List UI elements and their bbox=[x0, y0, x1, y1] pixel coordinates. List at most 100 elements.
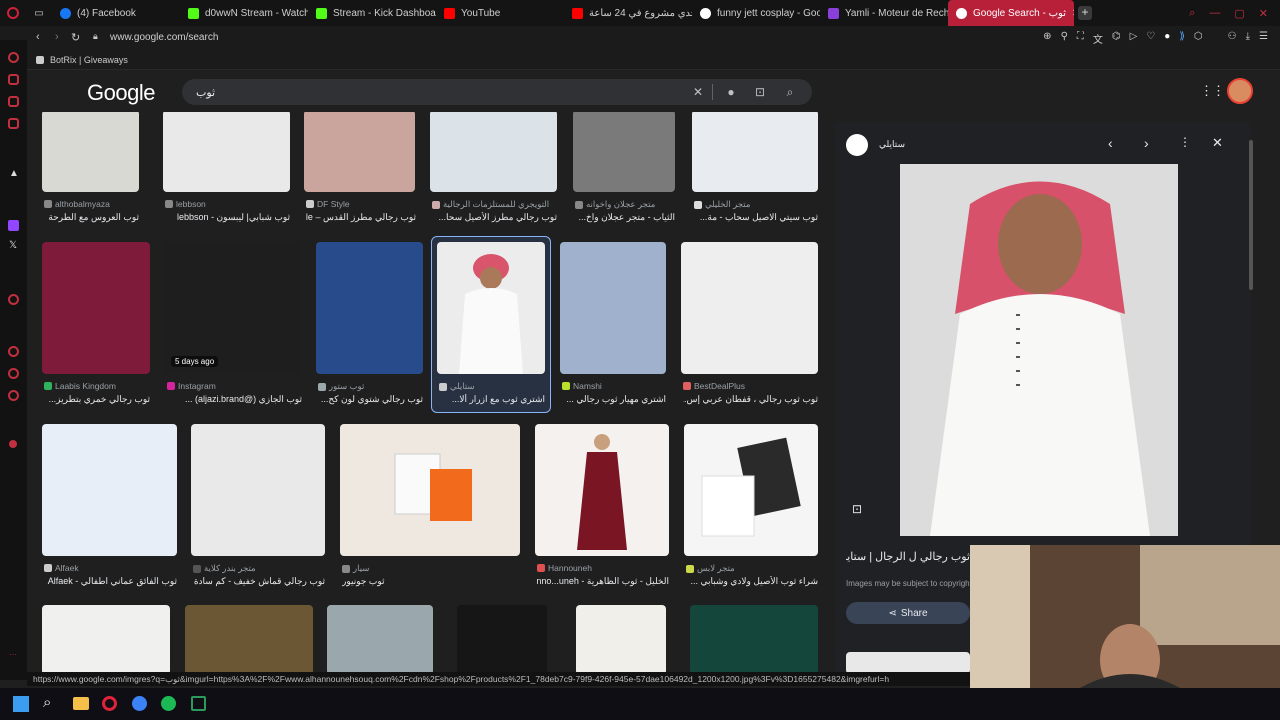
cast-icon[interactable]: ⌬ bbox=[1112, 31, 1121, 46]
next-icon[interactable]: › bbox=[1144, 135, 1149, 151]
reload-icon[interactable]: ↻ bbox=[71, 31, 80, 44]
image-result[interactable] bbox=[690, 605, 818, 674]
clear-icon[interactable]: ✕ bbox=[691, 85, 705, 99]
search-tabs-icon[interactable]: ⌕ bbox=[1189, 7, 1195, 20]
extensions-icon[interactable]: ⬡ bbox=[1194, 31, 1203, 46]
tab-menu-icon[interactable]: ▭ bbox=[26, 0, 52, 26]
previous-icon[interactable]: ‹ bbox=[1108, 135, 1113, 151]
related-image[interactable] bbox=[846, 652, 970, 674]
result-title[interactable]: ثوب رجالي مطرز القدس – DF Style bbox=[306, 212, 416, 223]
result-title[interactable]: شراء ثوب الأصيل ولادي وشبابي ... bbox=[686, 576, 818, 587]
result-title[interactable]: ثوب رجالي شتوي لون كح... bbox=[318, 394, 423, 405]
aria-sidebar-icon[interactable] bbox=[8, 52, 19, 63]
history-sidebar-icon[interactable] bbox=[8, 294, 19, 305]
tab-facebook[interactable]: (4) Facebook bbox=[52, 0, 180, 26]
lens-search-icon[interactable]: ⊡ bbox=[852, 502, 862, 516]
vpn-icon[interactable]: ● bbox=[1164, 31, 1170, 46]
more-options-icon[interactable]: ⋮ bbox=[1179, 135, 1191, 149]
search-icon[interactable]: ⌕ bbox=[783, 85, 797, 99]
image-result[interactable] bbox=[457, 605, 547, 674]
pin-icon[interactable]: ⚲ bbox=[1061, 31, 1068, 46]
download-icon[interactable]: ⤓ bbox=[1246, 31, 1250, 46]
share-button[interactable]: ⋖ Share bbox=[846, 602, 970, 624]
avatar[interactable] bbox=[1227, 78, 1253, 104]
tab-youtube-video[interactable]: تحدي مشروع في 24 ساعة bbox=[564, 0, 692, 26]
play-icon[interactable]: ▷ bbox=[1130, 31, 1138, 46]
lens-icon[interactable]: ⊡ bbox=[753, 85, 767, 99]
microphone-icon[interactable]: ● bbox=[724, 85, 738, 99]
tab-youtube[interactable]: YouTube bbox=[436, 0, 564, 26]
result-title[interactable]: ثوب رجالي قماش خفيف - كم سادة bbox=[193, 576, 325, 587]
clock-sidebar-icon[interactable] bbox=[8, 346, 19, 357]
tab-yamli[interactable]: Yamli - Moteur de Recher bbox=[820, 0, 948, 26]
url-field[interactable]: www.google.com/search bbox=[110, 32, 218, 43]
search-input[interactable] bbox=[196, 83, 676, 101]
preview-image[interactable] bbox=[900, 164, 1178, 536]
image-result[interactable] bbox=[327, 605, 433, 674]
tab-kick-dashboard[interactable]: Stream - Kick Dashboard bbox=[308, 0, 436, 26]
opera-taskbar-icon[interactable] bbox=[102, 696, 117, 711]
image-result[interactable] bbox=[692, 110, 818, 192]
result-title[interactable]: ثوب رجالي خمري بتطريز... bbox=[44, 394, 150, 405]
easy-setup-icon[interactable]: ☰ bbox=[1259, 31, 1268, 46]
result-title[interactable]: ثوب الفائق عماني اطفالي - Alfaek bbox=[44, 576, 177, 587]
image-result[interactable] bbox=[304, 110, 415, 192]
result-title[interactable]: ثوب سيتي الاصيل سحاب - مة... bbox=[694, 212, 818, 223]
google-logo[interactable]: Google bbox=[87, 80, 155, 106]
bookmark-botrix[interactable]: BotRix | Giveaways bbox=[50, 55, 128, 65]
player-sidebar-icon[interactable]: ▲ bbox=[9, 168, 19, 179]
image-result[interactable] bbox=[573, 110, 675, 192]
messenger-sidebar-icon[interactable] bbox=[8, 74, 19, 85]
terminal-taskbar-icon[interactable] bbox=[191, 696, 206, 711]
result-title[interactable]: ثوب رجالي مطرز الأصيل سحا... bbox=[432, 212, 557, 223]
opera-logo-icon[interactable] bbox=[0, 0, 26, 26]
forward-icon[interactable]: › bbox=[55, 31, 59, 43]
image-result[interactable] bbox=[560, 242, 666, 374]
new-tab-button[interactable]: + bbox=[1078, 6, 1092, 20]
result-title[interactable]: ثوب ثوب رجالي ، قفطان عربي إس... bbox=[683, 394, 818, 405]
panel-source[interactable]: ستايلي bbox=[879, 139, 905, 150]
wallet-icon[interactable]: ⚇ bbox=[1228, 31, 1237, 46]
whatsapp-sidebar-icon[interactable] bbox=[8, 96, 19, 107]
result-title[interactable]: الثياب - متجر عجلان واخ... bbox=[575, 212, 675, 223]
image-result[interactable] bbox=[576, 605, 666, 674]
aria-icon[interactable]: ⟫ bbox=[1179, 31, 1185, 46]
zoom-icon[interactable]: ⊕ bbox=[1043, 31, 1051, 46]
result-title[interactable]: اشتري مهيار ثوب رجالي ... bbox=[562, 394, 666, 405]
heart-icon[interactable]: ♡ bbox=[1146, 31, 1155, 46]
image-result[interactable] bbox=[42, 110, 139, 192]
app-taskbar-icon[interactable] bbox=[132, 696, 147, 711]
image-result[interactable] bbox=[340, 424, 520, 556]
image-result[interactable] bbox=[42, 242, 150, 374]
image-result[interactable] bbox=[163, 110, 290, 192]
panel-title[interactable]: ثوب رجالي ل الرجال | ستايلي السعودية bbox=[846, 550, 970, 563]
settings-sidebar-icon[interactable] bbox=[8, 390, 19, 401]
instagram-sidebar-icon[interactable] bbox=[8, 118, 19, 129]
twitch-sidebar-icon[interactable] bbox=[8, 220, 19, 231]
image-result[interactable] bbox=[430, 110, 557, 192]
image-result-selected[interactable] bbox=[437, 242, 545, 374]
image-result[interactable] bbox=[191, 424, 325, 556]
image-result[interactable] bbox=[165, 242, 302, 374]
close-panel-icon[interactable]: ✕ bbox=[1212, 135, 1223, 151]
back-icon[interactable]: ‹ bbox=[36, 31, 40, 43]
sidebar-more-dots-icon[interactable]: ··· bbox=[9, 650, 17, 659]
search-taskbar-icon[interactable]: ⌕ bbox=[43, 694, 51, 711]
result-title[interactable]: ثوب جونيور bbox=[342, 576, 520, 587]
snapshot-icon[interactable]: ⛶ bbox=[1077, 31, 1084, 46]
close-window-icon[interactable]: ✕ bbox=[1259, 7, 1268, 20]
more-sidebar-icon[interactable] bbox=[9, 440, 17, 448]
result-title[interactable]: ثوب الجازي (@aljazi.brand) ... bbox=[167, 394, 302, 405]
downloads-sidebar-icon[interactable] bbox=[8, 368, 19, 379]
image-result[interactable] bbox=[185, 605, 313, 674]
image-result[interactable] bbox=[535, 424, 669, 556]
tab-google-cosplay[interactable]: funny jett cosplay - Goog bbox=[692, 0, 820, 26]
close-tab-icon[interactable]: ✕ bbox=[1072, 8, 1074, 19]
maximize-icon[interactable]: ▢ bbox=[1234, 7, 1244, 20]
translate-icon[interactable]: 文 bbox=[1093, 31, 1103, 46]
result-title[interactable]: ثوب العروس مع الطرحة bbox=[44, 212, 139, 223]
spotify-icon[interactable] bbox=[161, 696, 176, 711]
result-title[interactable]: اشتري ثوب مع ازرار ألا... bbox=[439, 394, 545, 405]
windows-start-icon[interactable] bbox=[13, 696, 29, 712]
image-result[interactable] bbox=[316, 242, 423, 374]
